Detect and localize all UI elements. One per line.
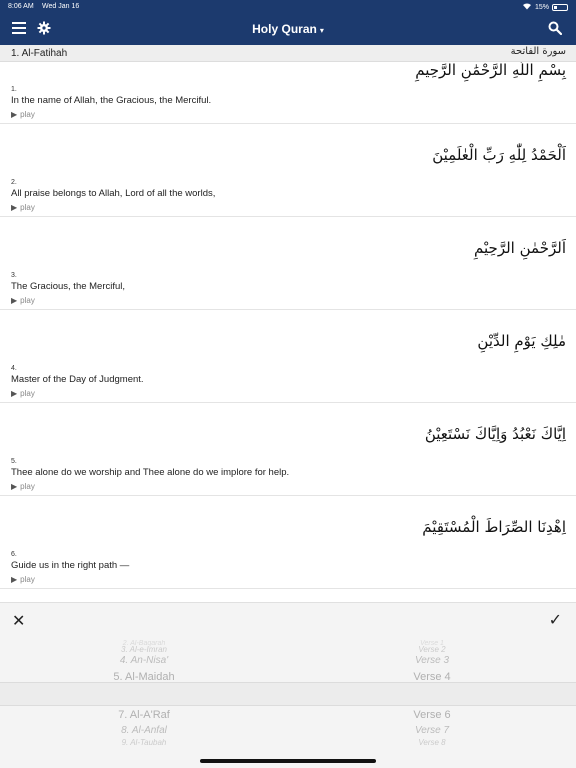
battery-percent: 15% [534, 3, 549, 11]
verse-arabic: مٰلِكِ يَوْمِ الدِّيْنِ [477, 332, 566, 350]
picker-row[interactable]: Verse 7 [288, 725, 576, 736]
picker-row[interactable]: 9. Al-Taubah [0, 738, 288, 747]
play-button[interactable]: ▶ play [11, 203, 35, 212]
play-label: play [20, 110, 35, 119]
wifi-icon [522, 2, 532, 12]
close-icon[interactable]: ✕ [12, 611, 25, 631]
top-bar: 8:06 AM Wed Jan 16 15% Holy Quran ▾ [0, 0, 576, 45]
play-label: play [20, 575, 35, 584]
play-label: play [20, 482, 35, 491]
play-label: play [20, 296, 35, 305]
verse-translation: Thee alone do we worship and Thee alone … [11, 467, 290, 478]
picker-row[interactable]: Verse 4 [288, 671, 576, 683]
play-button[interactable]: ▶ play [11, 296, 35, 305]
surah-name-arabic: سورة الفاتحة [510, 46, 566, 57]
verse-translation: Master of the Day of Judgment. [11, 374, 144, 385]
play-button[interactable]: ▶ play [11, 389, 35, 398]
play-label: play [20, 389, 35, 398]
picker-row[interactable]: 3. Al-e-Imran [0, 645, 288, 654]
verse-item: اِهْدِنَا الصِّرَاطَ الْمُسْتَقِيْمَ 6. … [0, 496, 576, 589]
status-right: 15% [522, 2, 568, 12]
status-time: 8:06 AM [8, 3, 34, 10]
verse-number: 5. [11, 458, 17, 465]
verse-item: بِسْمِ اللَّهِ الرَّحْمَٰنِ الرَّحِيمِ 1… [0, 62, 576, 124]
play-icon: ▶ [11, 203, 18, 212]
verse-number: 4. [11, 365, 17, 372]
surah-name: 1. Al-Fatihah [11, 48, 68, 59]
verse-arabic: اَلْحَمْدُ لِلّٰهِ رَبِّ الْعٰلَمِيْنَ [432, 146, 566, 164]
play-button[interactable]: ▶ play [11, 110, 35, 119]
verse-arabic: اِهْدِنَا الصِّرَاطَ الْمُسْتَقِيْمَ [422, 518, 566, 536]
picker-row[interactable]: Verse 2 [288, 645, 576, 654]
verse-translation: The Gracious, the Merciful, [11, 281, 126, 292]
picker-row[interactable]: 8. Al-Anfal [0, 725, 288, 736]
verse-number: 6. [11, 551, 17, 558]
verse-translation: Guide us in the right path — [11, 560, 130, 571]
verse-item: اِيَّاكَ نَعْبُدُ وَاِيَّاكَ نَسْتَعِيْن… [0, 403, 576, 496]
verse-item: مٰلِكِ يَوْمِ الدِّيْنِ 4. Master of the… [0, 310, 576, 403]
checkmark-icon[interactable]: ✓ [549, 610, 562, 630]
verse-item: اَلرَّحْمٰنِ الرَّحِيْمِ 3. The Gracious… [0, 217, 576, 310]
verse-arabic: اِيَّاكَ نَعْبُدُ وَاِيَّاكَ نَسْتَعِيْن… [424, 425, 566, 443]
picker-row[interactable]: Verse 3 [288, 655, 576, 666]
play-label: play [20, 203, 35, 212]
picker-row[interactable]: 7. Al-A'Raf [0, 709, 288, 721]
status-bar: 8:06 AM Wed Jan 16 15% [0, 0, 576, 14]
play-icon: ▶ [11, 482, 18, 491]
verse-translation: In the name of Allah, the Gracious, the … [11, 95, 212, 106]
play-icon: ▶ [11, 110, 18, 119]
battery-icon [552, 3, 568, 11]
page-title: Holy Quran [252, 22, 317, 36]
caret-down-icon: ▾ [319, 26, 324, 35]
verse-list[interactable]: بِسْمِ اللَّهِ الرَّحْمَٰنِ الرَّحِيمِ 1… [0, 62, 576, 602]
play-icon: ▶ [11, 296, 18, 305]
verse-number: 2. [11, 179, 17, 186]
play-button[interactable]: ▶ play [11, 575, 35, 584]
play-icon: ▶ [11, 575, 18, 584]
verse-item: اَلْحَمْدُ لِلّٰهِ رَبِّ الْعٰلَمِيْنَ 2… [0, 124, 576, 217]
status-date: Wed Jan 16 [42, 3, 80, 10]
verse-number: 3. [11, 272, 17, 279]
picker-selection-band [0, 682, 576, 706]
surah-header: 1. Al-Fatihah سورة الفاتحة [0, 45, 576, 62]
title-dropdown[interactable]: Holy Quran ▾ [0, 22, 576, 36]
picker-row[interactable]: Verse 6 [288, 709, 576, 721]
home-indicator [200, 759, 376, 763]
picker-row[interactable]: 5. Al-Maidah [0, 671, 288, 683]
picker-row[interactable]: Verse 8 [288, 738, 576, 747]
play-icon: ▶ [11, 389, 18, 398]
verse-arabic: بِسْمِ اللَّهِ الرَّحْمَٰنِ الرَّحِيمِ [415, 62, 566, 79]
verse-number: 1. [11, 86, 17, 93]
nav-bar: Holy Quran ▾ [0, 14, 576, 45]
play-button[interactable]: ▶ play [11, 482, 35, 491]
search-icon[interactable] [548, 21, 563, 36]
verse-arabic: اَلرَّحْمٰنِ الرَّحِيْمِ [474, 239, 566, 257]
picker-row[interactable]: 4. An-Nisa' [0, 655, 288, 666]
verse-translation: All praise belongs to Allah, Lord of all… [11, 188, 216, 199]
